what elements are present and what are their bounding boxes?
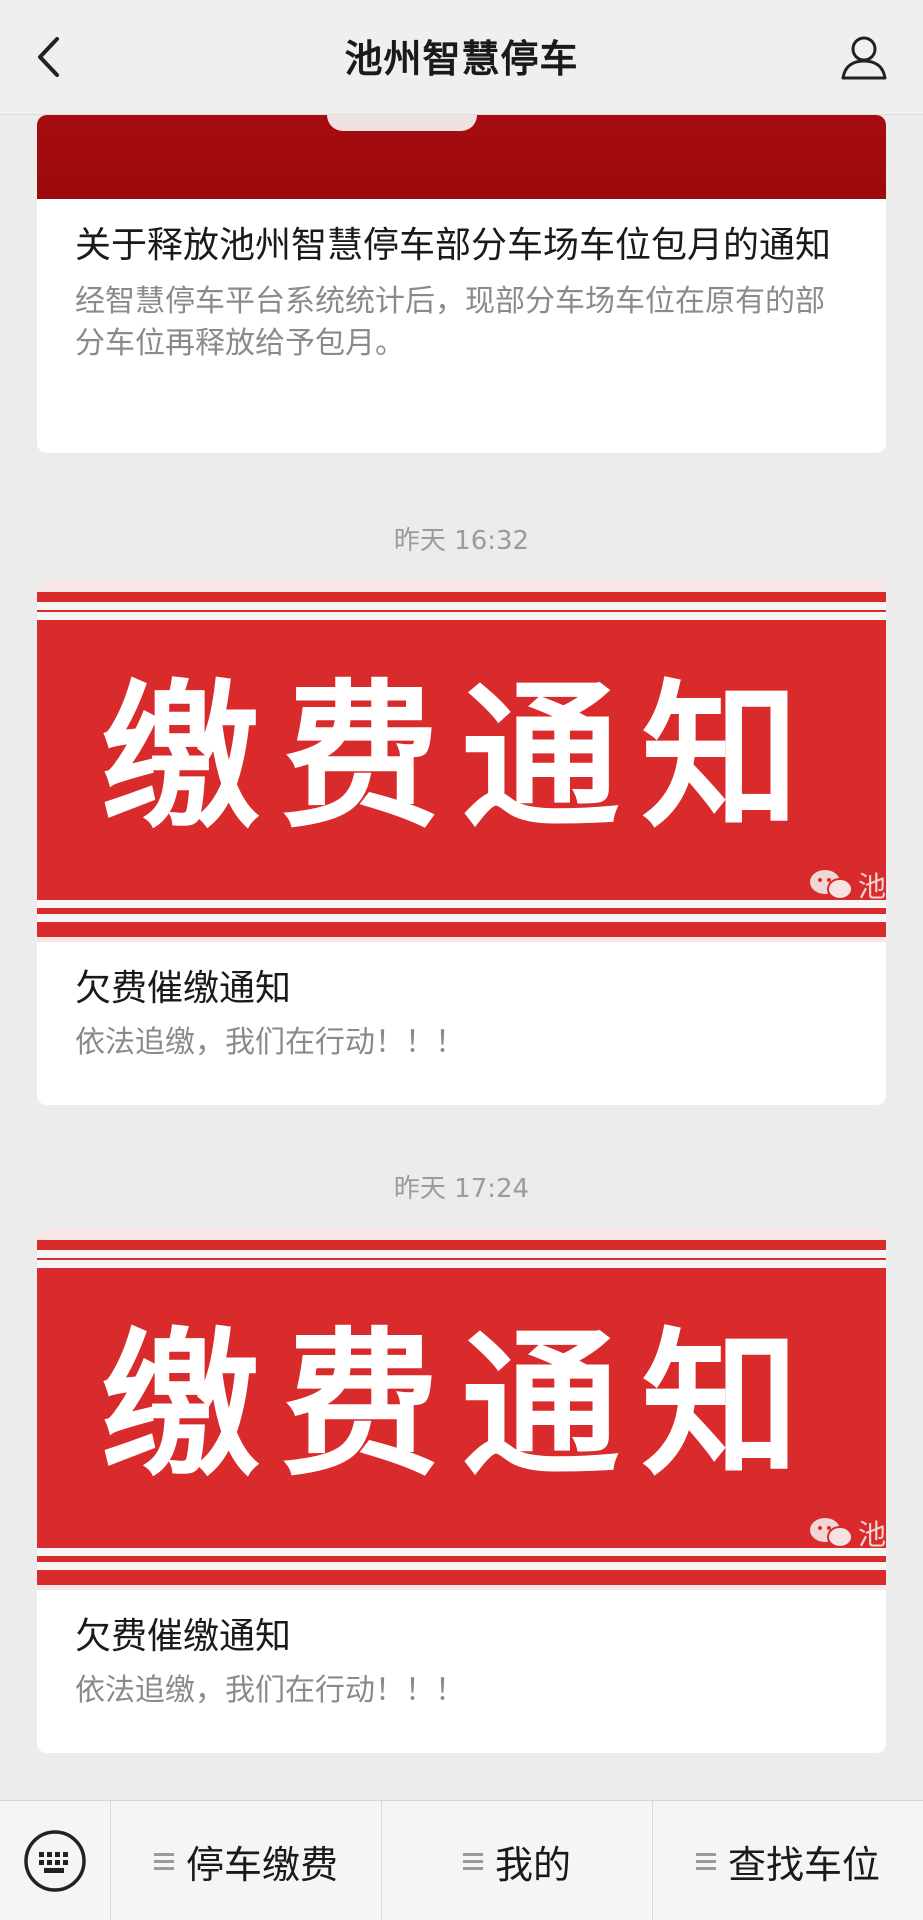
- banner-headline: 缴费通知: [101, 666, 822, 850]
- user-icon: [841, 36, 887, 80]
- watermark: 池: [808, 865, 886, 905]
- banner-headline: 缴费通知: [101, 1314, 822, 1498]
- wechat-icon: [809, 1518, 853, 1548]
- page-title: 池州智慧停车: [344, 37, 579, 81]
- keyboard-icon: [24, 1830, 86, 1892]
- article-title: 欠费催缴通知: [75, 968, 292, 1009]
- profile-button[interactable]: [837, 30, 891, 84]
- article-card[interactable]: 缴费通知 池 欠费催缴通知 依法追缴，我们在行动！！！: [37, 580, 886, 1105]
- watermark: 池: [808, 1513, 886, 1553]
- article-cover-image: 缴费通知 池: [37, 580, 886, 942]
- menu-list-icon: [462, 1851, 483, 1871]
- article-cover-image: 缴费通知 池: [37, 1228, 886, 1590]
- official-account-page: 池州智慧停车 关于释放池州智慧停车部分车场车位包月的通知 经智慧停车平台系统统计…: [0, 0, 923, 1920]
- message-timestamp: 昨天 17:24: [393, 1174, 530, 1204]
- menu-item-find-parking[interactable]: 查找车位: [653, 1801, 923, 1920]
- top-nav-bar: 池州智慧停车: [0, 0, 923, 115]
- menu-list-icon: [695, 1851, 716, 1871]
- article-cover-image: [37, 115, 886, 199]
- watermark-text: 池: [857, 1518, 886, 1551]
- article-title: 欠费催缴通知: [75, 1616, 292, 1657]
- message-feed: 关于释放池州智慧停车部分车场车位包月的通知 经智慧停车平台系统统计后，现部分车场…: [0, 115, 923, 1800]
- article-title: 关于释放池州智慧停车部分车场车位包月的通知: [75, 225, 832, 266]
- menu-list-icon: [153, 1851, 174, 1871]
- bottom-menu-bar: 停车缴费 我的 查找车位: [0, 1800, 923, 1920]
- menu-item-label: 停车缴费: [185, 1842, 338, 1887]
- message-timestamp: 昨天 16:32: [393, 526, 530, 556]
- article-summary: 经智慧停车平台系统统计后，现部分车场车位在原有的部分车位再释放给予包月。: [75, 284, 825, 361]
- menu-item-parking-payment[interactable]: 停车缴费: [111, 1801, 382, 1920]
- article-summary: 依法追缴，我们在行动！！！: [75, 1025, 465, 1060]
- wechat-icon: [809, 870, 853, 900]
- menu-item-label: 查找车位: [727, 1842, 880, 1887]
- article-card[interactable]: 缴费通知 池 欠费催缴通知 依法追缴，我们在行动！！！: [37, 1228, 886, 1753]
- watermark-text: 池: [857, 870, 886, 903]
- article-card[interactable]: 关于释放池州智慧停车部分车场车位包月的通知 经智慧停车平台系统统计后，现部分车场…: [37, 115, 886, 453]
- article-summary: 依法追缴，我们在行动！！！: [75, 1673, 465, 1708]
- menu-item-label: 我的: [494, 1842, 571, 1887]
- menu-item-mine[interactable]: 我的: [382, 1801, 653, 1920]
- keyboard-toggle-button[interactable]: [0, 1801, 111, 1920]
